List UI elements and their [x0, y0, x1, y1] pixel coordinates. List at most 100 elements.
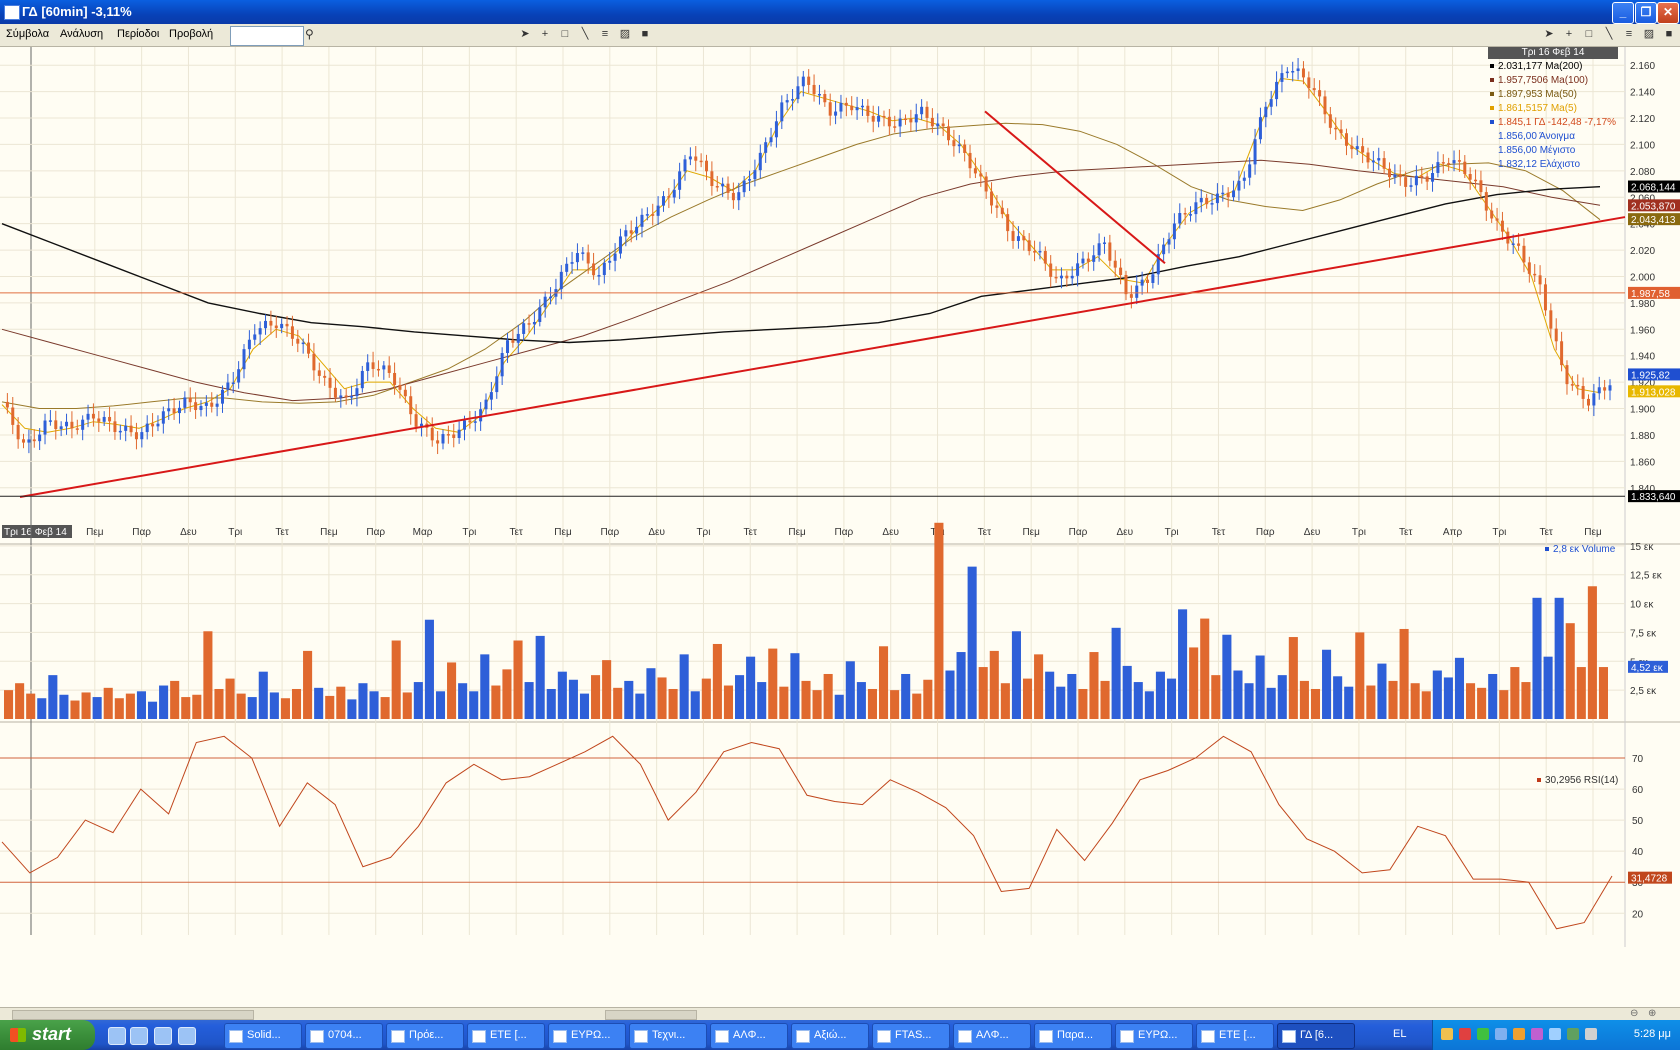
- candle: [220, 389, 224, 404]
- pointer-icon[interactable]: ➤: [1542, 27, 1556, 41]
- volume-legend-swatch: [1545, 547, 1549, 552]
- volume-bar: [668, 688, 678, 719]
- legend-text: 1.832,12 Ελάχιστο: [1498, 159, 1581, 170]
- bars-icon[interactable]: ≡: [1622, 27, 1636, 41]
- rectangle-icon[interactable]: □: [1582, 27, 1596, 41]
- taskbar-window-button[interactable]: ΕΤΕ [...: [467, 1023, 545, 1049]
- horizontal-scrollbar[interactable]: ⊖ ⊕: [0, 1007, 1680, 1021]
- x-axis-label: Πεμ: [86, 527, 104, 538]
- window-icon[interactable]: [178, 1027, 196, 1045]
- candle: [215, 403, 219, 407]
- volume-bar: [613, 687, 623, 719]
- volume-axis-label: 12,5 εκ: [1630, 571, 1663, 582]
- candle: [274, 325, 278, 329]
- volume-tray-icon[interactable]: [1585, 1028, 1597, 1040]
- scroll-thumb-secondary[interactable]: [605, 1010, 697, 1020]
- taskbar-window-button[interactable]: ΕΤΕ [...: [1196, 1023, 1274, 1049]
- chart-icon[interactable]: ▨: [618, 27, 632, 41]
- media-icon[interactable]: [154, 1027, 172, 1045]
- tray-icon[interactable]: [1531, 1028, 1543, 1040]
- line-icon[interactable]: ╲: [1602, 27, 1616, 41]
- scroll-thumb[interactable]: [12, 1010, 254, 1020]
- candle: [307, 342, 311, 354]
- candle: [1586, 398, 1590, 406]
- crosshair-icon[interactable]: +: [538, 27, 552, 41]
- candle: [608, 260, 612, 263]
- window-icon: [472, 1030, 486, 1043]
- volume-axis-label: 2,5 εκ: [1630, 686, 1657, 697]
- crosshair-icon[interactable]: +: [1562, 27, 1576, 41]
- taskbar-window-button[interactable]: FTAS...: [872, 1023, 950, 1049]
- menu-view[interactable]: Προβολή: [169, 28, 213, 40]
- chart-area[interactable]: Τρι 16 Φεβ 14 Πεμ Παρ Δευ Τρι Τετ Πεμ Παρ Μαρ Τρι…: [0, 47, 1680, 1007]
- x-axis-label: Απρ: [1443, 527, 1463, 538]
- tray-icon[interactable]: [1441, 1028, 1453, 1040]
- tray-icon[interactable]: [1567, 1028, 1579, 1040]
- taskbar-window-button[interactable]: 0704...: [305, 1023, 383, 1049]
- show-desktop-icon[interactable]: [108, 1027, 126, 1045]
- menu-analysis[interactable]: Ανάλυση: [60, 28, 103, 40]
- taskbar-window-button[interactable]: Αξιώ...: [791, 1023, 869, 1049]
- volume-bar: [1432, 670, 1442, 719]
- search-icon[interactable]: ⚲: [305, 27, 314, 41]
- line-icon[interactable]: ╲: [578, 27, 592, 41]
- chart-canvas[interactable]: Τρι 16 Φεβ 14 Πεμ Παρ Δευ Τρι Τετ Πεμ Παρ Μαρ Τρι…: [0, 47, 1680, 1007]
- save-icon[interactable]: ■: [638, 27, 652, 41]
- candle: [549, 296, 553, 299]
- close-button[interactable]: ✕: [1657, 2, 1679, 24]
- volume-bar: [225, 678, 235, 719]
- candle: [710, 171, 714, 186]
- price-axis-label: 1.960: [1630, 325, 1655, 336]
- taskbar-window-button[interactable]: ΕΥΡΩ...: [1115, 1023, 1193, 1049]
- minimize-button[interactable]: _: [1612, 2, 1634, 24]
- candle: [409, 396, 413, 415]
- price-tag-text: 1.987,58: [1631, 289, 1670, 300]
- browser-icon[interactable]: [130, 1027, 148, 1045]
- save-icon[interactable]: ■: [1662, 27, 1676, 41]
- menu-symbols[interactable]: Σύμβολα: [6, 28, 49, 40]
- zoom-in-icon[interactable]: ⊕: [1648, 1008, 1656, 1019]
- tray-icon[interactable]: [1459, 1028, 1471, 1040]
- window-icon: [1039, 1030, 1053, 1043]
- symbol-search-input[interactable]: [230, 26, 304, 46]
- taskbar-window-button[interactable]: Solid...: [224, 1023, 302, 1049]
- x-axis-label: Τρι: [696, 527, 710, 538]
- candle: [753, 170, 757, 180]
- trendline-support: [19, 216, 1626, 498]
- restore-button[interactable]: ❐: [1635, 2, 1657, 24]
- candle: [113, 421, 117, 433]
- menu-periods[interactable]: Περίοδοι: [117, 28, 159, 40]
- zoom-out-icon[interactable]: ⊖: [1630, 1008, 1638, 1019]
- tray-icon[interactable]: [1513, 1028, 1525, 1040]
- candle: [161, 411, 165, 424]
- taskbar-window-button[interactable]: ΑΛΦ...: [710, 1023, 788, 1049]
- taskbar-window-button[interactable]: Τεχνι...: [629, 1023, 707, 1049]
- candle: [430, 427, 434, 441]
- volume-bar: [1100, 680, 1110, 719]
- chart-icon[interactable]: ▨: [1642, 27, 1656, 41]
- legend-swatch: [1490, 64, 1494, 69]
- tray-icon[interactable]: [1495, 1028, 1507, 1040]
- candle: [5, 401, 9, 408]
- candle: [140, 432, 144, 440]
- candle: [1511, 243, 1515, 245]
- pointer-icon[interactable]: ➤: [518, 27, 532, 41]
- taskbar-window-button[interactable]: ΓΔ [6...: [1277, 1023, 1355, 1049]
- language-indicator[interactable]: EL: [1393, 1028, 1406, 1040]
- taskbar-window-button[interactable]: Παρα...: [1034, 1023, 1112, 1049]
- volume-bar: [1443, 677, 1453, 719]
- taskbar-window-button[interactable]: Πρόε...: [386, 1023, 464, 1049]
- taskbar-window-button[interactable]: ΕΥΡΩ...: [548, 1023, 626, 1049]
- candle: [511, 340, 515, 343]
- candle: [124, 425, 128, 431]
- x-axis-label: Πεμ: [788, 527, 806, 538]
- rectangle-icon[interactable]: □: [558, 27, 572, 41]
- bars-icon[interactable]: ≡: [598, 27, 612, 41]
- tray-icon[interactable]: [1549, 1028, 1561, 1040]
- tray-icon[interactable]: [1477, 1028, 1489, 1040]
- candle: [355, 388, 359, 397]
- volume-bar: [978, 667, 988, 719]
- taskbar-window-button[interactable]: ΑΛΦ...: [953, 1023, 1031, 1049]
- candle: [301, 342, 305, 345]
- start-button[interactable]: start: [0, 1020, 95, 1050]
